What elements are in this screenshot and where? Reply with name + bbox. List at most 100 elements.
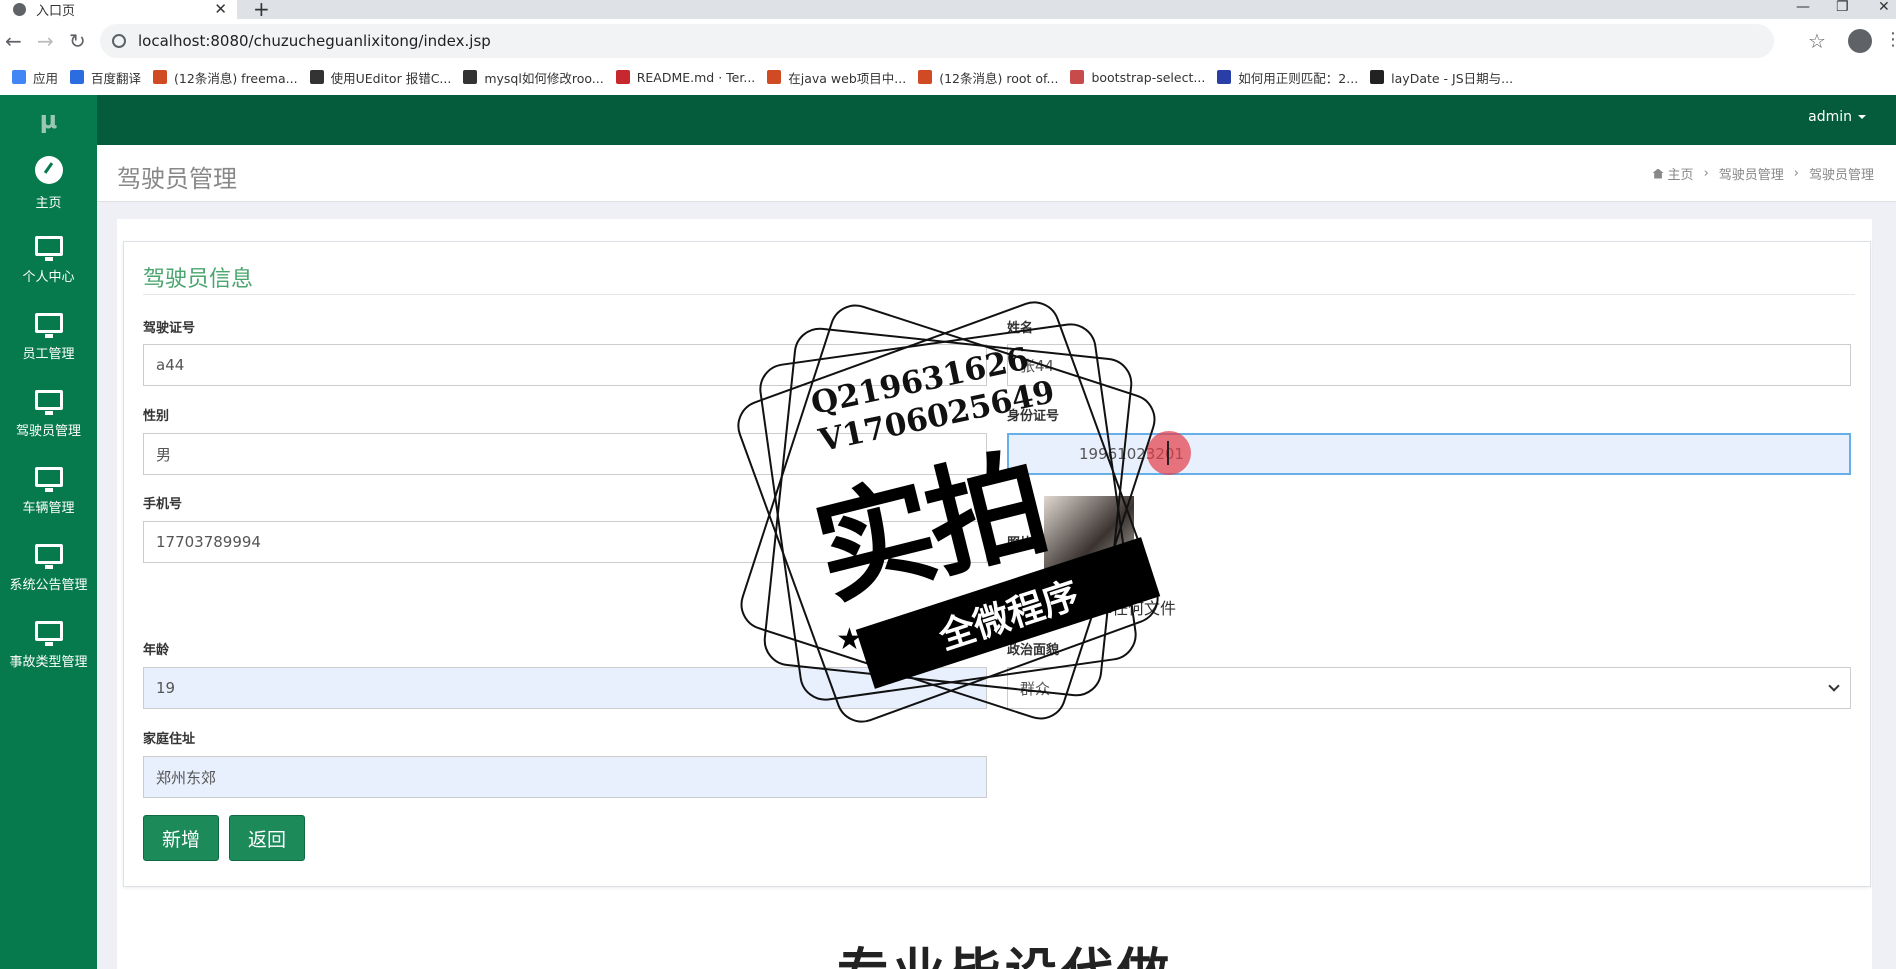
globe-icon (13, 3, 26, 16)
bookmark-item[interactable]: 应用 (12, 68, 58, 87)
url-field[interactable]: localhost:8080/chuzucheguanlixitong/inde… (100, 24, 1774, 58)
sidebar-item-4[interactable]: 车辆管理 (0, 453, 97, 530)
back-icon[interactable]: ← (5, 29, 22, 53)
bookmark-label: (12条消息) root of... (939, 70, 1059, 86)
url-text: localhost:8080/chuzucheguanlixitong/inde… (138, 32, 491, 50)
monitor-icon (34, 390, 63, 415)
top-navbar: admin (97, 95, 1896, 145)
bookmark-item[interactable]: 使用UEditor 报错C... (309, 68, 451, 87)
driver-form-card: 驾驶员信息 驾驶证号 a44 姓名 张44 性别 男 身份证号 19961023… (123, 241, 1871, 887)
politics-select[interactable]: 群众 (1007, 667, 1851, 709)
favicon-icon (767, 70, 782, 84)
add-button[interactable]: 新增 (143, 815, 219, 861)
browser-tab-strip: 入口页 ✕ + — ❐ ✕ (0, 0, 1896, 19)
favicon-icon (1217, 70, 1232, 84)
bookmark-item[interactable]: 百度翻译 (70, 68, 141, 87)
profile-avatar[interactable] (1848, 29, 1872, 53)
politics-value: 群众 (1020, 679, 1051, 698)
license-input[interactable]: a44 (143, 344, 987, 386)
phone-input[interactable]: 17703789994 (143, 521, 987, 563)
bookmark-item[interactable]: (12条消息) freema... (153, 68, 298, 87)
bookmark-label: 应用 (33, 70, 59, 86)
breadcrumb: 主页 › 驾驶员管理 › 驾驶员管理 (1652, 164, 1874, 183)
app-logo: μ (39, 106, 58, 134)
bookmark-star-icon[interactable]: ☆ (1808, 29, 1826, 53)
phone-label: 手机号 (143, 497, 183, 512)
page-header: 驾驶员管理 主页 › 驾驶员管理 › 驾驶员管理 (97, 145, 1896, 202)
sidebar-item-5[interactable]: 系统公告管理 (0, 530, 97, 607)
sidebar-item-2[interactable]: 员工管理 (0, 299, 97, 376)
politics-label: 政治面貌 (1007, 643, 1060, 658)
bookmark-label: (12条消息) freema... (174, 70, 298, 86)
sidebar-item-label: 员工管理 (22, 347, 75, 362)
gender-label: 性别 (143, 409, 170, 424)
breadcrumb-section[interactable]: 驾驶员管理 (1719, 164, 1784, 183)
sidebar-item-0[interactable]: 主页 (0, 145, 97, 222)
favicon-icon (153, 70, 168, 84)
dashboard-icon (34, 156, 63, 184)
bookmark-label: 在java web项目中... (788, 70, 907, 86)
minimize-icon[interactable]: — (1796, 0, 1810, 14)
favicon-icon (70, 70, 85, 84)
tab-title: 入口页 (36, 4, 76, 19)
idcard-input[interactable]: 19961023201 (1007, 433, 1851, 475)
bookmark-item[interactable]: mysql如何修改roo... (463, 68, 604, 87)
user-name: admin (1808, 109, 1852, 125)
site-info-icon[interactable] (112, 34, 126, 48)
bookmark-label: 如何用正则匹配：2... (1238, 70, 1359, 86)
reload-icon[interactable]: ↻ (69, 29, 86, 53)
user-menu[interactable]: admin (1808, 95, 1866, 140)
browser-tab[interactable]: 入口页 ✕ (0, 0, 237, 19)
restore-icon[interactable]: ❐ (1836, 0, 1849, 14)
age-input[interactable]: 19 (143, 667, 987, 709)
title-divider (143, 294, 1855, 295)
content-panel: 驾驶员信息 驾驶证号 a44 姓名 张44 性别 男 身份证号 19961023… (117, 219, 1872, 969)
home-icon (1652, 168, 1664, 179)
bookmark-item[interactable]: bootstrap-select... (1070, 70, 1205, 85)
monitor-icon (34, 313, 63, 338)
bookmark-item[interactable]: 如何用正则匹配：2... (1217, 68, 1358, 87)
sidebar-item-label: 个人中心 (22, 270, 75, 285)
main-content: 驾驶员信息 驾驶证号 a44 姓名 张44 性别 男 身份证号 19961023… (97, 202, 1896, 969)
address-input[interactable]: 郑州东郊 (143, 756, 987, 798)
gender-input[interactable]: 男 (143, 433, 987, 475)
menu-kebab-icon[interactable]: ⋮ (1884, 29, 1896, 50)
bookmark-label: layDate - JS日期与... (1391, 70, 1514, 86)
bookmark-label: README.md · Ter... (636, 69, 756, 85)
sidebar-item-6[interactable]: 事故类型管理 (0, 607, 97, 684)
promo-heading: 专业毕设代做 (837, 931, 1173, 969)
forward-icon[interactable]: → (37, 29, 54, 53)
name-input[interactable]: 张44 (1007, 344, 1851, 386)
new-tab-button[interactable]: + (253, 0, 270, 19)
breadcrumb-home[interactable]: 主页 (1668, 164, 1694, 183)
sidebar: μ 主页个人中心员工管理驾驶员管理车辆管理系统公告管理事故类型管理 (0, 95, 97, 969)
age-label: 年龄 (143, 643, 170, 658)
idcard-label: 身份证号 (1007, 409, 1060, 424)
favicon-icon (615, 70, 630, 84)
back-button[interactable]: 返回 (229, 815, 305, 861)
bookmark-item[interactable]: (12条消息) root of... (918, 68, 1058, 87)
sidebar-item-label: 驾驶员管理 (15, 424, 81, 439)
breadcrumb-current: 驾驶员管理 (1808, 168, 1874, 183)
sidebar-item-label: 车辆管理 (22, 501, 75, 516)
close-tab-icon[interactable]: ✕ (214, 0, 227, 19)
close-window-icon[interactable]: ✕ (1878, 0, 1890, 14)
chevron-down-icon (1828, 680, 1840, 692)
bookmark-item[interactable]: 在java web项目中... (767, 68, 906, 87)
bookmark-label: mysql如何修改roo... (484, 70, 604, 86)
favicon-icon (309, 70, 324, 84)
sidebar-item-3[interactable]: 驾驶员管理 (0, 376, 97, 453)
bookmark-item[interactable]: layDate - JS日期与... (1370, 68, 1513, 87)
sidebar-item-label: 主页 (35, 196, 62, 211)
name-label: 姓名 (1007, 321, 1034, 336)
sidebar-item-label: 系统公告管理 (9, 578, 88, 593)
sidebar-item-1[interactable]: 个人中心 (0, 222, 97, 299)
form-title: 驾驶员信息 (143, 267, 254, 292)
license-label: 驾驶证号 (143, 321, 196, 336)
bookmark-item[interactable]: README.md · Ter... (615, 69, 756, 85)
favicon-icon (1070, 70, 1085, 84)
apps-grid-icon (12, 70, 26, 84)
driver-photo (1044, 496, 1134, 586)
file-chooser[interactable]: 未选择任何文件 (1064, 595, 1176, 619)
breadcrumb-separator-icon: › (1703, 166, 1709, 181)
